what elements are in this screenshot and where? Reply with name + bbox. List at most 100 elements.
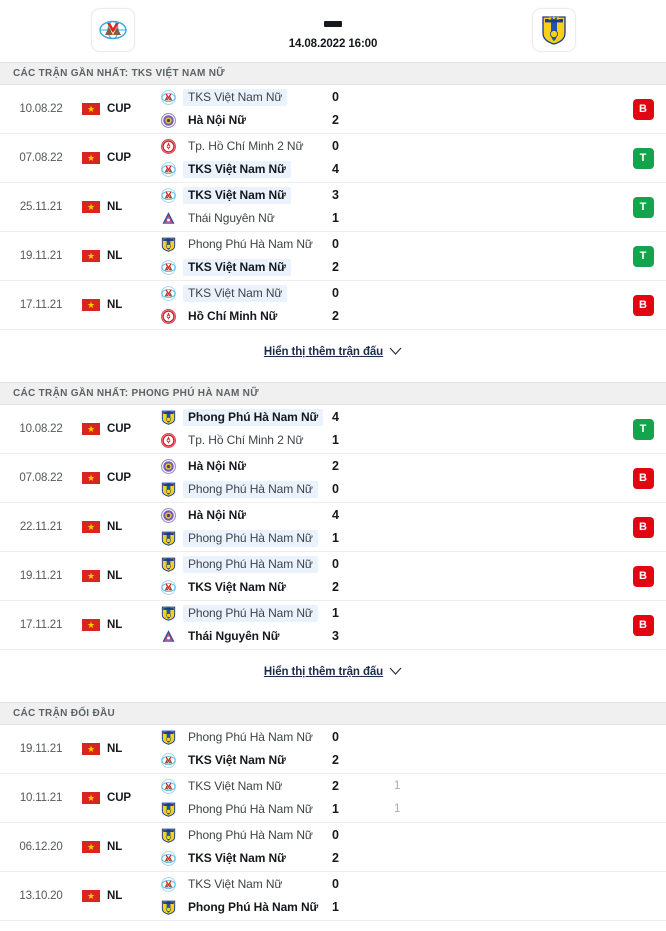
score-cell: 01 xyxy=(332,872,394,920)
team-name[interactable]: Phong Phú Hà Nam Nữ xyxy=(183,605,318,622)
team-name[interactable]: Tp. Hồ Chí Minh 2 Nữ xyxy=(183,138,308,155)
team-name[interactable]: Phong Phú Hà Nam Nữ xyxy=(183,409,324,426)
kickoff-datetime: 14.08.2022 16:00 xyxy=(288,38,378,50)
team-name[interactable]: Phong Phú Hà Nam Nữ xyxy=(183,530,318,547)
team-name[interactable]: TKS Việt Nam Nữ xyxy=(183,876,287,893)
status-badge: T xyxy=(632,245,654,267)
table-row[interactable]: 10.11.21 ★ CUP TKS Việt Nam Nữ Phong Phú Hà … xyxy=(0,774,666,823)
team-line: Phong Phú Hà Nam Nữ xyxy=(161,729,332,746)
home-team-header[interactable] xyxy=(0,4,225,52)
competition-cell[interactable]: ★ NL xyxy=(82,823,157,871)
secondary-score-cell xyxy=(394,183,449,231)
team-name[interactable]: Phong Phú Hà Nam Nữ xyxy=(183,827,318,844)
competition-cell[interactable]: ★ NL xyxy=(82,725,157,773)
table-row[interactable]: 13.10.20 ★ NL TKS Việt Nam Nữ Phong Phú Hà N… xyxy=(0,872,666,921)
score-cell: 02 xyxy=(332,232,394,280)
table-row[interactable]: 06.12.20 ★ NL Phong Phú Hà Nam Nữ TKS Việt N… xyxy=(0,823,666,872)
table-row[interactable]: 25.11.21 ★ NL TKS Việt Nam Nữ Thái Nguyên Nữ… xyxy=(0,183,666,232)
competition-cell[interactable]: ★ NL xyxy=(82,232,157,280)
team-name[interactable]: Hà Nội Nữ xyxy=(183,112,251,129)
team-name[interactable]: TKS Việt Nam Nữ xyxy=(183,778,287,795)
table-row[interactable]: 19.11.21 ★ NL Phong Phú Hà Nam Nữ TKS Việt N… xyxy=(0,232,666,281)
table-row[interactable]: 07.08.22 ★ CUP Hà Nội Nữ Phong Phú Hà Nam Nữ… xyxy=(0,454,666,503)
score-cell: 20 xyxy=(332,454,394,502)
star-icon: ★ xyxy=(86,472,96,483)
competition-cell[interactable]: ★ NL xyxy=(82,183,157,231)
team-line: Phong Phú Hà Nam Nữ xyxy=(161,409,332,426)
competition-cell[interactable]: ★ NL xyxy=(82,872,157,920)
team-name[interactable]: Phong Phú Hà Nam Nữ xyxy=(183,556,318,573)
team-name[interactable]: Hà Nội Nữ xyxy=(183,507,251,524)
team-line: Phong Phú Hà Nam Nữ xyxy=(161,827,332,844)
competition-cell[interactable]: ★ NL xyxy=(82,552,157,600)
team-name[interactable]: TKS Việt Nam Nữ xyxy=(183,579,291,596)
table-row[interactable]: 19.11.21 ★ NL Phong Phú Hà Nam Nữ TKS Việt N… xyxy=(0,552,666,601)
team-name[interactable]: Thái Nguyên Nữ xyxy=(183,210,280,227)
away-score-secondary xyxy=(394,579,449,596)
vietnam-flag-icon: ★ xyxy=(82,299,100,311)
star-icon: ★ xyxy=(86,152,96,163)
competition-cell[interactable]: ★ NL xyxy=(82,281,157,329)
team-name[interactable]: TKS Việt Nam Nữ xyxy=(183,187,291,204)
team-name[interactable]: Phong Phú Hà Nam Nữ xyxy=(183,236,318,253)
team-name[interactable]: Phong Phú Hà Nam Nữ xyxy=(183,801,318,818)
table-row[interactable]: 22.11.21 ★ NL Hà Nội Nữ Phong Phú Hà Nam Nữ 4… xyxy=(0,503,666,552)
team-name[interactable]: TKS Việt Nam Nữ xyxy=(183,752,291,769)
competition-cell[interactable]: ★ CUP xyxy=(82,85,157,133)
home-score-secondary xyxy=(394,285,449,302)
team-name[interactable]: Hà Nội Nữ xyxy=(183,458,251,475)
status-badge: B xyxy=(632,98,654,120)
star-icon: ★ xyxy=(86,103,96,114)
table-row[interactable]: 17.11.21 ★ NL TKS Việt Nam Nữ Hồ Chí Minh Nữ… xyxy=(0,281,666,330)
show-more-matches-button[interactable]: Hiển thị thêm trận đấu xyxy=(0,650,666,693)
hcm-crest-icon xyxy=(161,309,176,324)
team-name[interactable]: Phong Phú Hà Nam Nữ xyxy=(183,481,318,498)
teams-cell: Phong Phú Hà Nam Nữ TKS Việt Nam Nữ xyxy=(157,823,332,871)
sections-container: CÁC TRẬN GẦN NHẤT: TKS VIỆT NAM NỮ 10.08.… xyxy=(0,62,666,921)
show-more-matches-button[interactable]: Hiển thị thêm trận đấu xyxy=(0,330,666,373)
teams-cell: TKS Việt Nam Nữ Thái Nguyên Nữ xyxy=(157,183,332,231)
row-spacer xyxy=(449,405,620,453)
team-name[interactable]: TKS Việt Nam Nữ xyxy=(183,850,291,867)
team-line: Phong Phú Hà Nam Nữ xyxy=(161,481,332,498)
team-line: Phong Phú Hà Nam Nữ xyxy=(161,801,332,818)
tks-crest-icon xyxy=(161,877,176,892)
show-more-label[interactable]: Hiển thị thêm trận đấu xyxy=(264,346,383,358)
team-name[interactable]: TKS Việt Nam Nữ xyxy=(183,259,291,276)
team-name[interactable]: Tp. Hồ Chí Minh 2 Nữ xyxy=(183,432,308,449)
competition-cell[interactable]: ★ CUP xyxy=(82,405,157,453)
section-header: CÁC TRẬN GẦN NHẤT: TKS VIỆT NAM NỮ xyxy=(0,62,666,85)
chevron-down-icon[interactable] xyxy=(389,667,402,676)
match-date: 17.11.21 xyxy=(19,299,63,311)
competition-cell[interactable]: ★ NL xyxy=(82,601,157,649)
table-row[interactable]: 17.11.21 ★ NL Phong Phú Hà Nam Nữ Thái Nguyê… xyxy=(0,601,666,650)
competition-cell[interactable]: ★ CUP xyxy=(82,454,157,502)
competition-cell[interactable]: ★ NL xyxy=(82,503,157,551)
result-cell xyxy=(620,823,666,871)
away-score: 1 xyxy=(332,211,339,225)
result-cell: B xyxy=(620,281,666,329)
away-score: 2 xyxy=(332,113,339,127)
competition-name: CUP xyxy=(107,423,131,435)
hcm-crest-icon xyxy=(161,309,176,324)
team-name[interactable]: Phong Phú Hà Nam Nữ xyxy=(183,899,323,916)
team-name[interactable]: TKS Việt Nam Nữ xyxy=(183,89,288,106)
show-more-label[interactable]: Hiển thị thêm trận đấu xyxy=(264,666,383,678)
team-name[interactable]: Hồ Chí Minh Nữ xyxy=(183,308,282,325)
row-spacer xyxy=(449,503,620,551)
secondary-score-cell xyxy=(394,552,449,600)
table-row[interactable]: 10.08.22 ★ CUP Phong Phú Hà Nam Nữ Tp. Hồ Ch… xyxy=(0,405,666,454)
competition-cell[interactable]: ★ CUP xyxy=(82,774,157,822)
chevron-down-icon[interactable] xyxy=(389,347,402,356)
table-row[interactable]: 07.08.22 ★ CUP Tp. Hồ Chí Minh 2 Nữ TKS Việt… xyxy=(0,134,666,183)
result-cell: B xyxy=(620,552,666,600)
team-name[interactable]: Thái Nguyên Nữ xyxy=(183,628,284,645)
team-name[interactable]: TKS Việt Nam Nữ xyxy=(183,285,288,302)
table-row[interactable]: 10.08.22 ★ CUP TKS Việt Nam Nữ Hà Nội Nữ 0 2 B xyxy=(0,85,666,134)
team-name[interactable]: TKS Việt Nam Nữ xyxy=(183,161,291,178)
away-score-secondary: 1 xyxy=(394,803,401,815)
away-team-header[interactable] xyxy=(441,4,666,52)
team-name[interactable]: Phong Phú Hà Nam Nữ xyxy=(183,729,318,746)
competition-cell[interactable]: ★ CUP xyxy=(82,134,157,182)
table-row[interactable]: 19.11.21 ★ NL Phong Phú Hà Nam Nữ TKS Việt N… xyxy=(0,725,666,774)
